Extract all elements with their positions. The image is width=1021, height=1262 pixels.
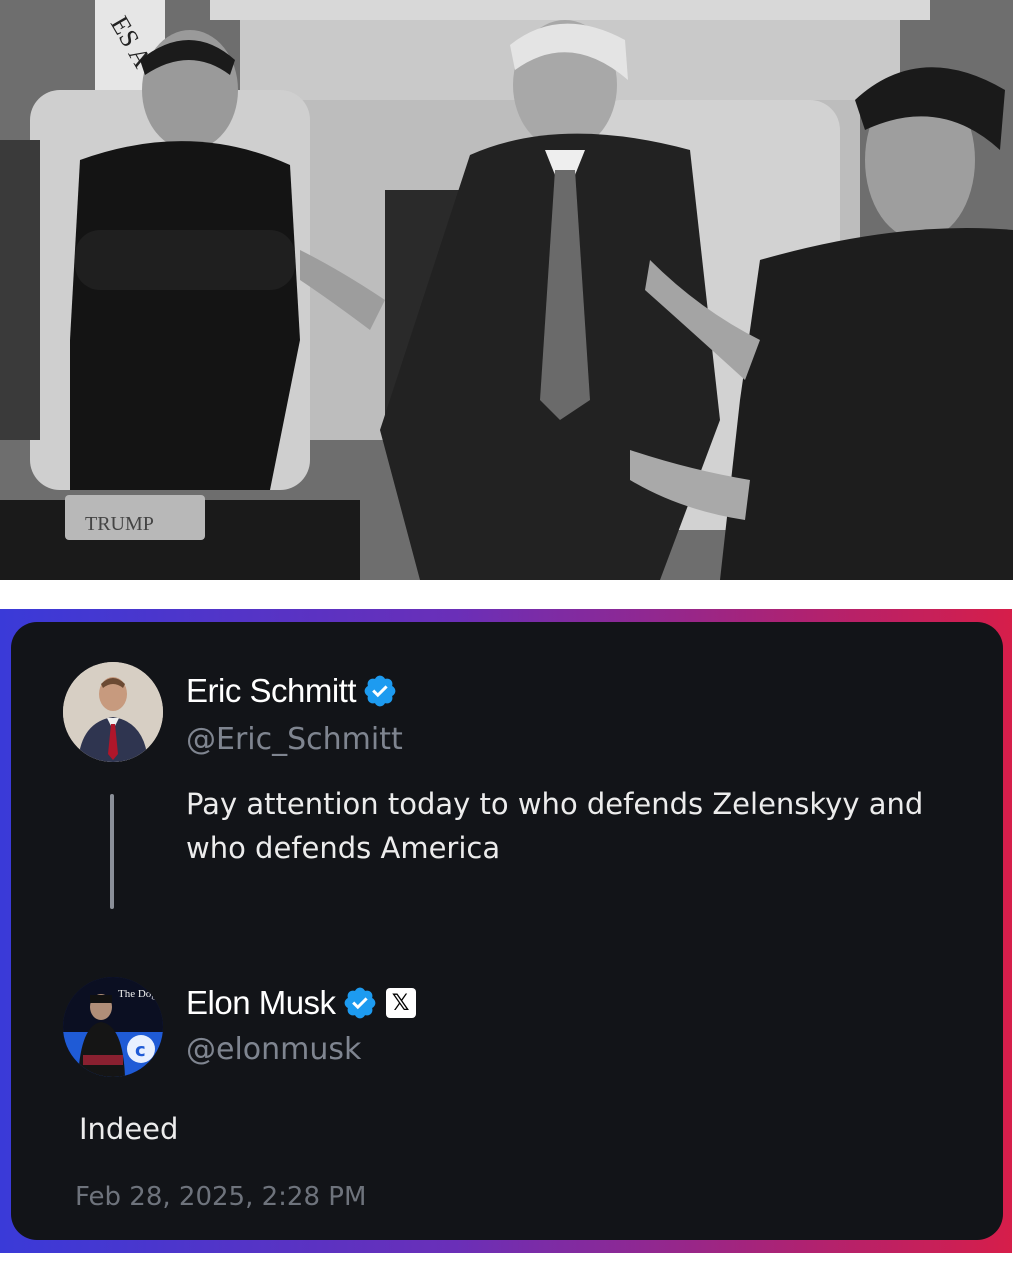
news-photo: ES A TRUMP xyxy=(0,0,1013,580)
quoted-author-name[interactable]: Eric Schmitt xyxy=(186,672,357,710)
reply-author-name[interactable]: Elon Musk xyxy=(186,984,336,1022)
verified-badge-icon xyxy=(364,675,396,707)
reply-author-row: Elon Musk 𝕏 xyxy=(186,984,416,1022)
quoted-author-handle[interactable]: @Eric_Schmitt xyxy=(186,722,403,757)
reply-tweet-text: Indeed xyxy=(79,1112,179,1146)
avatar-overlay-text: The Dogefa xyxy=(118,988,163,1000)
x-logo-icon[interactable]: 𝕏 xyxy=(385,988,416,1018)
avatar-eric-schmitt[interactable] xyxy=(63,662,163,762)
tweet-card: Eric Schmitt @Eric_Schmitt Pay attention… xyxy=(11,622,1003,1240)
tweet-timestamp[interactable]: Feb 28, 2025, 2:28 PM xyxy=(75,1182,366,1212)
tweet-card-frame: Eric Schmitt @Eric_Schmitt Pay attention… xyxy=(0,609,1012,1253)
svg-text:c: c xyxy=(135,1040,146,1061)
reply-author-handle[interactable]: @elonmusk xyxy=(186,1032,361,1067)
plaque-text: TRUMP xyxy=(85,513,154,535)
avatar-elon-musk[interactable]: c The Dogefa xyxy=(63,977,163,1077)
quoted-author-row: Eric Schmitt xyxy=(186,672,398,710)
thread-connector-line xyxy=(110,794,114,909)
verified-badge-icon xyxy=(344,987,375,1019)
quoted-tweet-text: Pay attention today to who defends Zelen… xyxy=(186,787,924,865)
